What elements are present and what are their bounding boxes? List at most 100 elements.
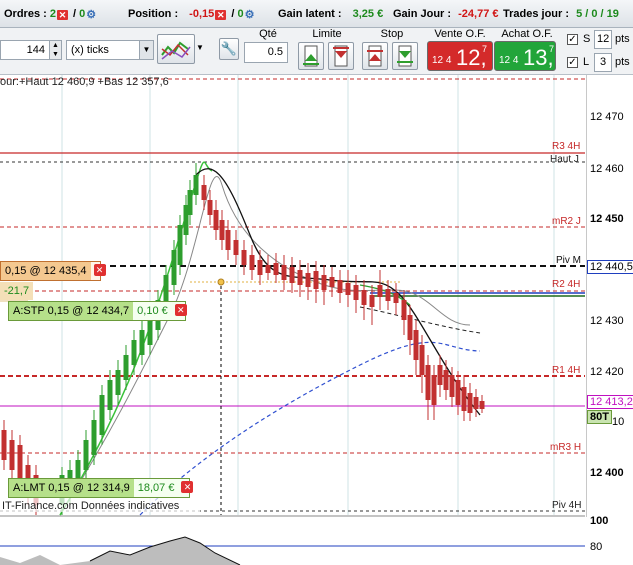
stop-order-pnl: 0,10 € [137, 305, 168, 317]
sell-button[interactable]: 12 4 12, 7 [427, 41, 493, 71]
position-pnl-tag: -21,7 [0, 282, 34, 302]
piv-m-label: Piv M [556, 255, 581, 266]
buy-sup-price: 7 [549, 44, 555, 54]
qty-label: Qté [259, 28, 277, 40]
chevron-down-icon[interactable]: ▼ [139, 41, 153, 59]
gear-icon[interactable]: ⚙ [86, 8, 96, 21]
chart-info-line: our:+Haut 12 460,9 +Bas 12 357,6 [0, 76, 169, 88]
current-price-tag: 12 440,5 [587, 260, 633, 274]
orders-label: Ordres : [4, 8, 47, 20]
status-bar: Ordres : 2 ✕ / 0⚙ Position : -0,15 ✕ / 0⚙ … [0, 0, 633, 28]
axis-label-12420: 12 420 [590, 366, 624, 378]
axis-label-12410-partial: 10 [612, 416, 625, 428]
gain-latent-value: 3,25 € [352, 8, 384, 20]
gain-jour-label: Gain Jour : [393, 8, 452, 20]
position-pnl-text: -21,7 [0, 282, 34, 300]
indicator-axis-100: 100 [590, 515, 609, 527]
sell-small-price: 12 4 [432, 55, 452, 66]
trades-value: 5 / 0 / 19 [576, 8, 619, 20]
limit-order-tag[interactable]: A:LMT 0,15 @ 12 314,9 18,07 € ✕ [8, 478, 194, 498]
orders-status[interactable]: Ordres : 2 ✕ / 0⚙ [4, 8, 96, 21]
order-toolbar: 144 ▲ ▼ (x) ticks ▼ ▼ 🔧 Qté 0.5 Limite St… [0, 28, 633, 75]
axis-label-12460: 12 460 [590, 163, 624, 175]
position-value: -0,15 [189, 8, 215, 20]
close-order-icon[interactable]: ✕ [93, 264, 106, 276]
mr3-label: mR3 H [550, 442, 582, 453]
stop-order-text: A:STP 0,15 @ 12 434,7 [9, 302, 134, 320]
orders-count-b: 0 [79, 8, 86, 20]
wrench-icon[interactable]: 🔧 [219, 38, 239, 60]
ticks-stepper[interactable]: ▲ ▼ [49, 41, 61, 59]
buy-button[interactable]: 12 4 13, 7 [494, 41, 556, 71]
stop-sell-button[interactable] [362, 42, 388, 70]
limit-label: Limite [312, 28, 342, 40]
axis-label-12450: 12 450 [590, 213, 624, 225]
position-b: 0 [237, 8, 244, 20]
footer-text: IT-Finance.com Données indicatives [2, 500, 180, 512]
qty-input[interactable]: 0.5 [244, 42, 288, 63]
stop-sell-icon [367, 45, 383, 67]
ma-black-dash [359, 306, 481, 334]
position-order-tag[interactable]: 0,15 @ 12 435,4 ✕ [0, 261, 106, 281]
gain-jour-value: -24,77 € [458, 8, 499, 20]
last-price-tag: 12 413,2 [587, 395, 633, 409]
axis-label-12470: 12 470 [590, 111, 624, 123]
limit-buy-button[interactable] [298, 42, 324, 70]
indicator-area [0, 537, 240, 565]
limit-order-pnl: 18,07 € [137, 482, 175, 494]
chart-indicator-icon [161, 41, 191, 60]
close-position-icon[interactable]: ✕ [215, 10, 227, 20]
orders-count: 2 [49, 8, 56, 20]
sell-label: Vente O.F. [434, 28, 486, 40]
stop-checkbox[interactable]: ✓ [567, 34, 578, 45]
buy-label: Achat O.F. [501, 28, 553, 40]
indicator-axis-80: 80 [590, 541, 603, 553]
ticks-unit-select[interactable]: (x) ticks ▼ [66, 40, 154, 60]
limit-order-text: A:LMT 0,15 @ 12 314,9 [9, 479, 134, 497]
stop-points-input[interactable]: 12 [594, 30, 612, 49]
gear-icon[interactable]: ⚙ [245, 8, 255, 21]
l-unit: pts [615, 56, 630, 68]
cancel-orders-icon[interactable]: ✕ [56, 10, 68, 20]
limit-sell-icon [333, 45, 349, 67]
r1-label: R1 4H [552, 365, 581, 376]
candlesticks [1, 163, 485, 515]
l-label: L [583, 56, 590, 68]
sell-sup-price: 7 [482, 44, 488, 54]
gain-latent-label: Gain latent : [278, 8, 342, 20]
gain-jour: Gain Jour : -24,77 € [393, 8, 499, 20]
price-axis [586, 75, 633, 517]
stop-order-tag[interactable]: A:STP 0,15 @ 12 434,7 0,10 € ✕ [8, 301, 187, 321]
indicators-button[interactable] [157, 34, 195, 64]
position-status[interactable]: Position : -0,15 ✕ / 0⚙ [128, 8, 254, 21]
crosshair-point [217, 278, 225, 286]
chevron-down-icon[interactable]: ▼ [196, 43, 204, 52]
s-unit: pts [615, 33, 630, 45]
r3-label: R3 4H [552, 141, 581, 152]
limit-buy-icon [303, 45, 319, 67]
limit-checkbox[interactable]: ✓ [567, 57, 578, 68]
axis-label-12400: 12 400 [590, 467, 624, 479]
trading-window: Ordres : 2 ✕ / 0⚙ Position : -0,15 ✕ / 0⚙ … [0, 0, 633, 565]
stop-buy-icon [397, 45, 413, 67]
stop-buy-button[interactable] [392, 42, 418, 70]
mr2-label: mR2 J [552, 216, 581, 227]
piv4-label: Piv 4H [552, 500, 582, 511]
r2-label: R2 4H [552, 279, 581, 290]
ticks-input[interactable]: 144 ▲ ▼ [0, 40, 62, 60]
gain-latent: Gain latent : 3,25 € [278, 8, 383, 20]
haut-label: Haut J [550, 154, 579, 165]
stop-label: Stop [380, 28, 404, 40]
axis-label-12430: 12 430 [590, 315, 624, 327]
volume-tag: 80T [587, 410, 612, 424]
buy-small-price: 12 4 [499, 55, 519, 66]
position-label: Position : [128, 8, 179, 20]
limit-sell-button[interactable] [328, 42, 354, 70]
cancel-stop-icon[interactable]: ✕ [174, 304, 187, 316]
cancel-limit-icon[interactable]: ✕ [181, 481, 194, 493]
trades-jour: Trades jour : 5 / 0 / 19 [503, 8, 619, 20]
limit-points-input[interactable]: 3 [594, 53, 612, 72]
position-order-text: 0,15 @ 12 435,4 [1, 262, 91, 280]
ma-green [59, 161, 213, 516]
trades-label: Trades jour : [503, 8, 570, 20]
